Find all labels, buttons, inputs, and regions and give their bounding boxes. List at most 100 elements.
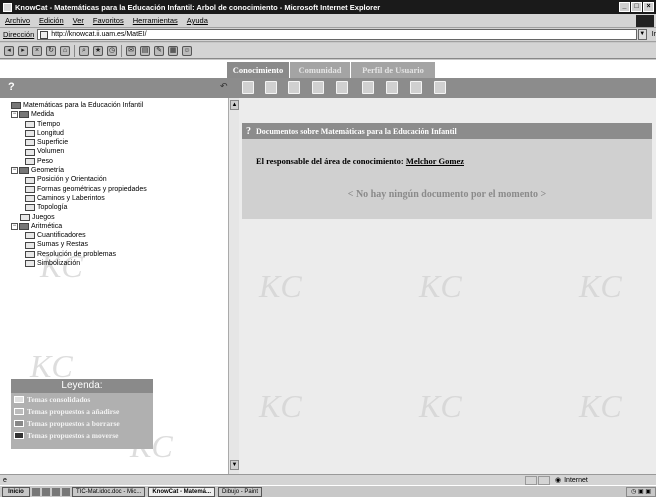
legend-item: Temas propuestos a borrarse <box>11 417 153 429</box>
menu-archivo[interactable]: Archivo <box>5 16 30 25</box>
watermark-logo: KC <box>579 268 622 304</box>
mail-icon[interactable]: ✉ <box>126 45 136 56</box>
address-field[interactable]: http://knowcat.ii.uam.es/MatEI/ <box>37 29 637 40</box>
tree-item[interactable]: Resolución de problemas <box>11 250 221 259</box>
taskbar-item[interactable]: Dibujo - Paint <box>218 486 263 497</box>
start-button[interactable]: Inicio <box>2 486 30 497</box>
menu-herramientas[interactable]: Herramientas <box>133 16 178 25</box>
folder-add-icon[interactable] <box>336 81 348 94</box>
address-dropdown-icon[interactable]: ▼ <box>637 29 647 40</box>
document-icon[interactable] <box>265 81 277 94</box>
tree-item-label: Peso <box>37 157 53 165</box>
tree-item-label: Simbolización <box>37 260 81 268</box>
taskbar-item[interactable]: TIC-Mat.idoc.doc - Mic... <box>72 486 146 497</box>
search-icon[interactable]: ⌕ <box>79 45 89 56</box>
tree-item-label: Tiempo <box>37 120 61 128</box>
menu-ver[interactable]: Ver <box>73 16 84 25</box>
tree-item[interactable]: Superficie <box>11 138 221 147</box>
window-title: KnowCat - Matemáticas para la Educación … <box>15 2 381 12</box>
edit-icon[interactable]: ✎ <box>154 45 164 56</box>
discuss-icon[interactable]: ▦ <box>168 45 178 56</box>
menu-ayuda[interactable]: Ayuda <box>187 16 208 25</box>
tree-item[interactable]: Topología <box>11 203 221 212</box>
tree-item[interactable]: Cuantificadores <box>11 231 221 240</box>
tree-item[interactable]: − Geometría <box>11 166 221 175</box>
watermark-logo: KC <box>259 268 302 304</box>
window-controls: _ □ × <box>619 2 654 12</box>
favorites-icon[interactable]: ★ <box>93 45 103 56</box>
folder-icon <box>25 250 35 258</box>
quicklaunch-icon[interactable] <box>52 487 60 496</box>
tree-item[interactable]: Volumen <box>11 147 221 156</box>
tree-item[interactable]: − Medida <box>11 110 221 119</box>
tree-item[interactable]: Caminos y Laberintos <box>11 194 221 203</box>
quicklaunch-icon[interactable] <box>42 487 50 496</box>
responsible-link[interactable]: Melchor Gomez <box>406 156 464 166</box>
forward-icon[interactable]: ▸ <box>18 45 28 56</box>
menu-edicion[interactable]: Edición <box>39 16 64 25</box>
quicklaunch-icon[interactable] <box>62 487 70 496</box>
tree-item[interactable]: Simbolización <box>11 259 221 268</box>
scroll-up-icon[interactable]: ▲ <box>230 100 239 110</box>
history-icon[interactable]: ◷ <box>107 45 117 56</box>
settings-icon[interactable] <box>434 81 446 94</box>
tree-item[interactable]: Sumas y Restas <box>11 240 221 249</box>
minimize-icon[interactable]: _ <box>619 2 630 12</box>
internet-zone-icon: ◉ <box>555 477 562 484</box>
folder-icon <box>25 176 35 184</box>
tree-scrollbar[interactable]: ▲ ▼ <box>228 98 239 474</box>
folder-delete-proposed-icon <box>14 419 24 427</box>
collapse-icon[interactable]: − <box>11 167 18 175</box>
tree-item[interactable]: Longitud <box>11 129 221 138</box>
vote-icon[interactable] <box>410 81 422 94</box>
document-edit-icon[interactable] <box>288 81 300 94</box>
tab-conocimiento[interactable]: Conocimiento <box>227 62 289 78</box>
back-icon[interactable]: ◂ <box>4 45 14 56</box>
tree-item[interactable]: Posición y Orientación <box>11 175 221 184</box>
status-zone-label: Internet <box>564 476 588 484</box>
tree-item[interactable]: Tiempo <box>11 120 221 129</box>
tree-item[interactable]: Juegos <box>11 213 221 222</box>
taskbar-item-active[interactable]: KnowCat - Matemá... <box>148 486 216 497</box>
folder-add-proposed-icon <box>14 407 24 415</box>
menu-favoritos[interactable]: Favoritos <box>93 16 124 25</box>
home-icon[interactable]: ⌂ <box>60 45 70 56</box>
folder-icon <box>25 204 35 212</box>
watermark-logo: KC <box>579 388 622 424</box>
toolbar-separator <box>74 44 75 57</box>
documents-pane: KC KC KC KC KC KC ? Documentos sobre Mat… <box>239 98 656 474</box>
folder-icon <box>25 157 35 165</box>
help-icon[interactable]: ? <box>8 81 15 93</box>
back-arrow-icon[interactable]: ↶ <box>220 81 228 92</box>
tab-perfil-usuario[interactable]: Perfil de Usuario <box>351 62 435 78</box>
legend-item-label: Temas propuestos a moverse <box>27 430 119 440</box>
folder-icon <box>19 223 29 230</box>
help-icon[interactable]: ? <box>246 126 251 137</box>
tree-item[interactable]: Matemáticas para la Educación Infantil <box>11 101 221 110</box>
tree-item[interactable]: Peso <box>11 157 221 166</box>
quicklaunch-icon[interactable] <box>32 487 40 496</box>
stop-icon[interactable]: × <box>32 45 42 56</box>
status-zone: ◉ Internet <box>551 476 651 485</box>
print-icon[interactable]: ▤ <box>140 45 150 56</box>
folder-move-icon[interactable] <box>386 81 398 94</box>
scroll-down-icon[interactable]: ▼ <box>230 460 239 470</box>
collapse-icon[interactable]: − <box>11 111 18 119</box>
folder-delete-icon[interactable] <box>362 81 374 94</box>
refresh-icon[interactable]: ↻ <box>46 45 56 56</box>
tree-item[interactable]: − Aritmética <box>11 222 221 231</box>
home-topic-icon[interactable] <box>242 81 254 94</box>
collapse-icon[interactable]: − <box>11 223 18 230</box>
folder-icon <box>25 120 35 128</box>
messenger-icon[interactable]: ☺ <box>182 45 192 56</box>
folder-icon[interactable] <box>312 81 324 94</box>
tree-item-label: Superficie <box>37 139 69 147</box>
watermark-logo: KC <box>419 268 462 304</box>
watermark-logo: KC <box>419 388 462 424</box>
maximize-icon[interactable]: □ <box>631 2 642 12</box>
tree-item[interactable]: Formas geométricas y propiedades <box>11 185 221 194</box>
folder-icon <box>11 102 21 110</box>
go-button[interactable]: Ir <box>652 31 656 38</box>
tab-comunidad[interactable]: Comunidad <box>290 62 350 78</box>
close-icon[interactable]: × <box>643 2 654 12</box>
